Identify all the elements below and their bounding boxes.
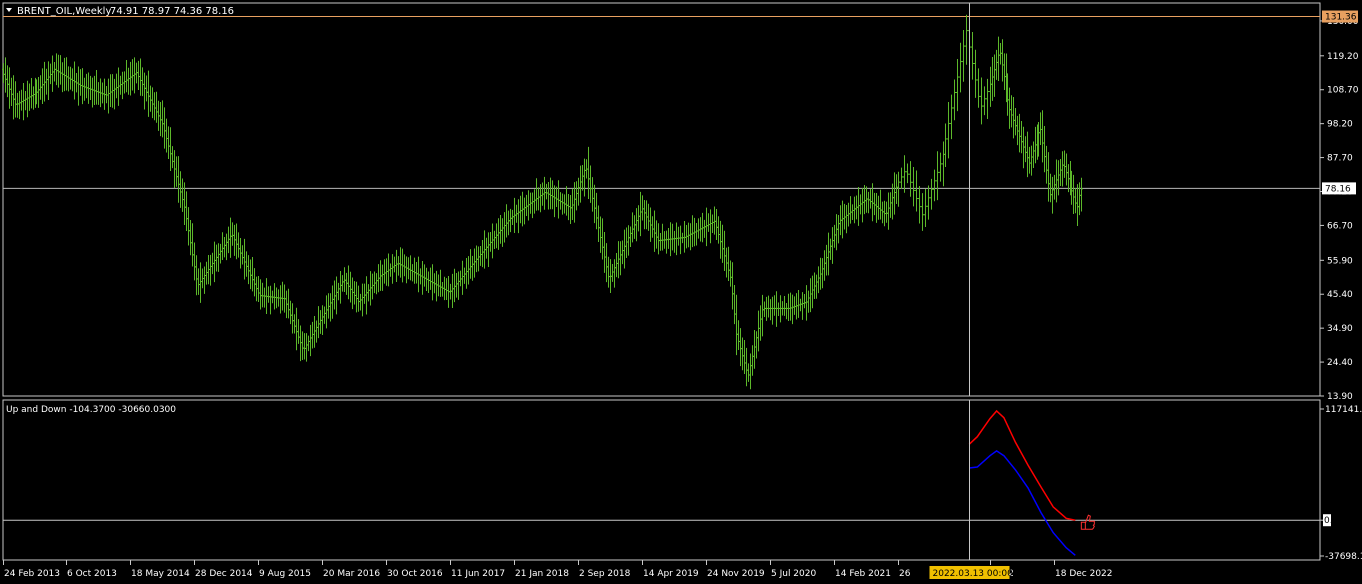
time-tick-label: 26	[899, 569, 911, 579]
indicator-panel[interactable]: Up and Down -104.3700 -30660.0300	[2, 399, 1321, 561]
price-tick-label: 87.70	[1327, 154, 1353, 164]
time-axis[interactable]: 24 Feb 2013 6 Oct 2013 18 May 2014 28 Dec 2…	[3, 560, 1113, 579]
time-tick-label: 9 Aug 2015	[259, 569, 311, 579]
main-panel-border	[2, 2, 1321, 397]
time-tick-label: 24 Feb 2013	[4, 569, 60, 579]
value-tick-label: -37698.1	[1325, 552, 1362, 562]
price-tick-label: 98.20	[1327, 120, 1353, 130]
price-tick-label: 34.90	[1327, 324, 1353, 334]
price-tick-label: 13.90	[1327, 392, 1353, 402]
time-tick-label: 30 Oct 2016	[387, 569, 443, 579]
price-tick-label: 45.40	[1327, 290, 1353, 300]
time-tick-label: 5 Jul 2020	[771, 569, 816, 579]
indicator-panel-border	[2, 399, 1321, 561]
time-tick-label: 18 Dec 2022	[1055, 569, 1113, 579]
time-tick-label: 6 Oct 2013	[67, 569, 117, 579]
time-tick-label: 2 Sep 2018	[579, 569, 631, 579]
time-tick-label: 28 Dec 2014	[195, 569, 253, 579]
price-tick-label: 24.40	[1327, 358, 1353, 368]
ohlc-label: 74.91 78.97 74.36 78.16	[110, 6, 234, 17]
crosshair-time-label: 2022.03.13 00:00	[933, 569, 1014, 579]
time-tick-label: 14 Feb 2021	[835, 569, 891, 579]
price-scale[interactable]: 130.00119.20108.7098.2087.7077.2066.7055…	[1320, 10, 1359, 402]
price-tick-label: 55.90	[1327, 256, 1353, 266]
time-tick-label: 24 Nov 2019	[707, 569, 765, 579]
time-tick-label: 21 Jan 2018	[515, 569, 569, 579]
price-tick-label: 119.20	[1327, 52, 1359, 62]
time-tick-label: 20 Mar 2016	[323, 569, 380, 579]
value-tick-label: 0.00	[1324, 516, 1344, 526]
symbol-label: BRENT_OIL,Weekly	[17, 6, 111, 17]
main-price-panel[interactable]: BRENT_OIL,Weekly 74.91 78.97 74.36 78.16	[2, 2, 1321, 397]
time-tick-label: 14 Apr 2019	[643, 569, 699, 579]
price-tick-label: 108.70	[1327, 86, 1359, 96]
chart-window[interactable]: BRENT_OIL,Weekly 74.91 78.97 74.36 78.16…	[0, 0, 1362, 584]
price-tick-label: 66.70	[1327, 221, 1353, 231]
value-tick-label: 117141.0	[1325, 405, 1362, 415]
time-tick-label: 11 Jun 2017	[451, 569, 505, 579]
indicator-label: Up and Down -104.3700 -30660.0300	[6, 405, 176, 415]
high-price-badge-label: 131.36	[1325, 13, 1357, 23]
time-tick-label: 18 May 2014	[131, 569, 190, 579]
indicator-value-scale[interactable]: 117141.0 0.00 -37698.1	[1320, 405, 1362, 562]
current-price-badge-label: 78.16	[1325, 184, 1351, 194]
